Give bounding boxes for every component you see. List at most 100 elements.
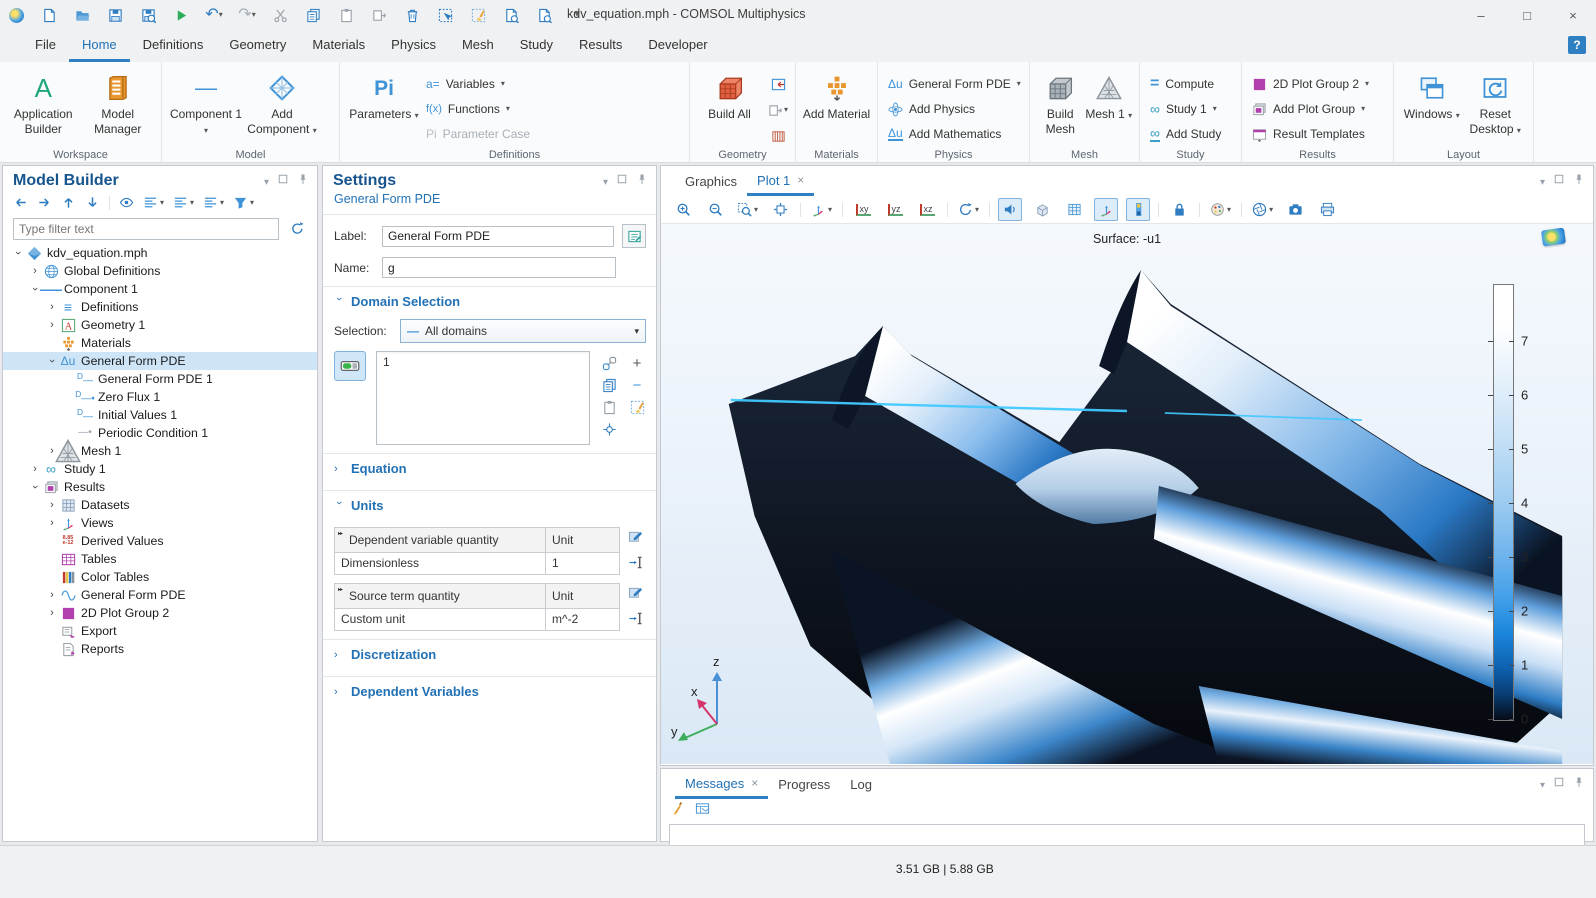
ribbon-variables-button[interactable]: a=Variables▾ [422, 74, 534, 94]
tree-item-general-form-pde[interactable]: ›ΔuGeneral Form PDE [3, 352, 317, 370]
sound-button[interactable] [998, 198, 1022, 221]
remove-selection-button[interactable]: − [628, 375, 646, 395]
ribbon-general-form-pde-button[interactable]: ΔuGeneral Form PDE▾ [884, 74, 1025, 94]
menu-tab-physics[interactable]: Physics [378, 30, 449, 62]
tree-item-general-form-pde-1[interactable]: D—General Form PDE 1 [3, 370, 317, 388]
copy-selection-button[interactable] [600, 375, 618, 395]
section-dependent-variables[interactable]: › Dependent Variables [323, 676, 656, 705]
expand-icon[interactable]: › [45, 607, 59, 619]
panel-pin[interactable] [1573, 775, 1585, 793]
collapse-icon[interactable]: › [29, 480, 41, 494]
paste-button[interactable] [336, 5, 356, 25]
add-selection-button[interactable]: + [628, 353, 646, 373]
redo-button[interactable]: ↷▾ [237, 5, 257, 25]
unit-cell[interactable]: m^-2 [546, 608, 620, 630]
expand-icon[interactable]: › [45, 301, 59, 313]
panel-float[interactable] [1553, 172, 1565, 190]
quantity-cell[interactable]: Dimensionless [335, 552, 546, 574]
plot-canvas[interactable]: Surface: -u1 76543210 z x y [661, 224, 1593, 764]
linked-selection-button[interactable] [600, 353, 618, 373]
ribbon-reset-desktop-button[interactable]: Reset Desktop ▾ [1464, 66, 1528, 137]
show-axis-orientation-button[interactable] [1094, 198, 1118, 221]
go-to-default-view-button[interactable]: ▾ [809, 198, 834, 221]
note-button[interactable] [622, 224, 646, 248]
ribbon-study-1-button[interactable]: ∞Study 1▾ [1146, 99, 1225, 119]
tree-item-component-1[interactable]: ›—Component 1 [3, 280, 317, 298]
tree-item-2d-plot-group-2[interactable]: ›2D Plot Group 2 [3, 604, 317, 622]
section-equation[interactable]: › Equation [323, 453, 656, 482]
lock-button[interactable] [1167, 198, 1191, 221]
panel-caret[interactable]: ▾ [1540, 172, 1545, 190]
copy-button[interactable] [303, 5, 323, 25]
show-button[interactable] [119, 195, 134, 210]
surface-plot[interactable] [661, 224, 1593, 764]
expand-icon[interactable]: › [45, 319, 59, 331]
tree-item-initial-values-1[interactable]: D—Initial Values 1 [3, 406, 317, 424]
collapse-expand-down-button[interactable]: ▾ [173, 195, 194, 210]
message-table-button[interactable] [695, 801, 710, 821]
ribbon-insert-sequence-button[interactable] [767, 74, 789, 94]
view-xz-button[interactable]: xz [915, 198, 939, 221]
menu-tab-developer[interactable]: Developer [635, 30, 720, 62]
ribbon-build-all-button[interactable]: Build All [696, 66, 763, 122]
tree-item-views[interactable]: ›Views [3, 514, 317, 532]
menu-tab-home[interactable]: Home [69, 30, 130, 62]
menu-tab-definitions[interactable]: Definitions [130, 30, 217, 62]
back-button[interactable] [13, 195, 28, 210]
panel-float[interactable] [277, 172, 289, 190]
messages-tab-messages[interactable]: Messages× [675, 769, 768, 799]
clear-messages-button[interactable] [671, 801, 686, 821]
ribbon-component-1-button[interactable]: —Component 1 ▾ [168, 66, 244, 137]
tree-item-datasets[interactable]: ›Datasets [3, 496, 317, 514]
rotate-button[interactable]: ▾ [956, 198, 981, 221]
unit-cell[interactable]: 1 [546, 552, 620, 574]
ribbon-model-manager-button[interactable]: Model Manager [81, 66, 156, 137]
panel-float[interactable] [1553, 775, 1565, 793]
clear-selection-tool-button[interactable] [628, 397, 646, 417]
run-button[interactable] [171, 5, 191, 25]
comsol-logo-button[interactable] [6, 5, 26, 25]
save-button[interactable] [105, 5, 125, 25]
undo-button[interactable]: ↶▾ [204, 5, 224, 25]
domain-list[interactable]: 1 [376, 351, 590, 445]
refresh-icon[interactable] [285, 217, 309, 240]
help-button[interactable]: ? [1568, 36, 1586, 54]
tree-item-color-tables[interactable]: Color Tables [3, 568, 317, 586]
find-button[interactable] [501, 5, 521, 25]
zoom-in-button[interactable] [671, 198, 695, 221]
clear-selection-button[interactable] [468, 5, 488, 25]
collapse-icon[interactable]: › [46, 354, 58, 368]
name-field[interactable] [382, 257, 616, 278]
ribbon-build-mesh-button[interactable]: Build Mesh [1036, 66, 1085, 137]
close-icon[interactable]: × [751, 776, 758, 790]
quantity-cell[interactable]: Custom unit [335, 608, 546, 630]
filter-button[interactable]: ▾ [233, 195, 254, 210]
tree-item-results[interactable]: ›Results [3, 478, 317, 496]
ribbon-2d-plot-group-2-button[interactable]: 2D Plot Group 2▾ [1248, 74, 1373, 94]
save-find-button[interactable] [138, 5, 158, 25]
panel-float[interactable] [616, 172, 628, 190]
print-button[interactable] [1315, 198, 1339, 221]
section-units[interactable]: › Units [323, 490, 656, 519]
menu-tab-file[interactable]: File [22, 30, 69, 62]
tree-item-mesh-1[interactable]: ›Mesh 1 [3, 442, 317, 460]
ribbon-work-plane-button[interactable] [767, 126, 789, 146]
snapshot-button[interactable] [1283, 198, 1307, 221]
messages-tab-progress[interactable]: Progress [768, 769, 840, 799]
environment-button[interactable]: ▾ [1250, 198, 1275, 221]
minimize-button[interactable]: – [1458, 0, 1504, 30]
tree-item-geometry-1[interactable]: ›Geometry 1 [3, 316, 317, 334]
label-field[interactable] [382, 226, 614, 247]
ribbon-add-mathematics-button[interactable]: ΔuAdd Mathematics [884, 124, 1025, 144]
expand-icon[interactable]: › [28, 463, 42, 475]
panel-pin[interactable] [297, 172, 309, 190]
messages-output[interactable] [669, 824, 1585, 846]
zoom-extents-button[interactable] [768, 198, 792, 221]
close-button[interactable]: × [1550, 0, 1596, 30]
new-file-button[interactable] [39, 5, 59, 25]
zoom-box-button[interactable]: ▾ [735, 198, 760, 221]
forward-button[interactable] [37, 195, 52, 210]
move-down-button[interactable] [85, 195, 100, 210]
ribbon-rebuild-button[interactable]: ▾ [767, 100, 789, 120]
delete-button[interactable] [402, 5, 422, 25]
